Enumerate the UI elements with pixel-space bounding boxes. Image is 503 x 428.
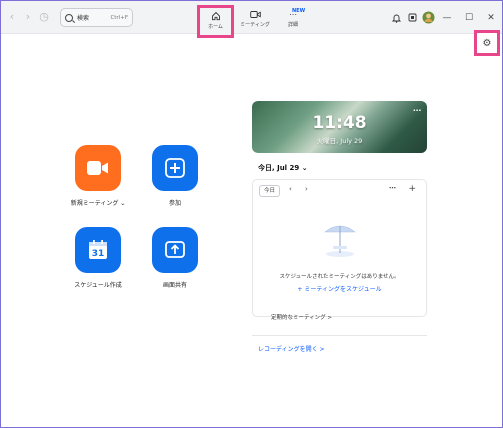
tab-meetings[interactable]: ミーティング — [238, 10, 272, 28]
divider — [252, 335, 427, 336]
chevron-down-icon[interactable]: ⌄ — [120, 200, 125, 207]
schedule-button[interactable]: 31 スケジュール作成 — [63, 227, 133, 289]
title-bar: ‹ › ◷ 検索 Ctrl+F ホーム ミーティング NEW ⋯ 詳細 — ☐ … — [1, 1, 502, 38]
maximize-icon[interactable]: ☐ — [458, 10, 480, 26]
plus-icon — [165, 158, 185, 178]
today-button[interactable]: 今日 — [259, 185, 281, 197]
search-input[interactable]: 検索 Ctrl+F — [60, 8, 133, 27]
add-event-icon[interactable]: + — [408, 184, 416, 194]
minimize-icon[interactable]: — — [436, 10, 458, 26]
close-icon[interactable]: ✕ — [480, 10, 502, 26]
new-meeting-tile[interactable] — [75, 145, 121, 191]
tab-more[interactable]: ⋯ 詳細 — [276, 10, 310, 28]
gear-icon: ⚙ — [482, 37, 492, 49]
video-icon — [249, 11, 261, 18]
schedule-tile[interactable]: 31 — [75, 227, 121, 273]
chevron-down-icon: ⌄ — [301, 164, 308, 172]
home-icon — [211, 11, 220, 21]
clock-date: 火曜日, July 29 — [316, 137, 363, 145]
date-heading[interactable]: 今日, Jul 29 ⌄ — [258, 163, 308, 173]
avatar[interactable] — [420, 10, 436, 26]
calendar-panel: ⋯ 11:48 火曜日, July 29 今日, Jul 29 ⌄ 今日 ‹ ›… — [252, 101, 427, 356]
schedule-meeting-link[interactable]: + ミーティングをスケジュール — [253, 284, 426, 293]
calendar-toolbar: 今日 ‹ › ⋯ + — [253, 183, 426, 199]
new-meeting-label: 新規ミーティング — [70, 200, 119, 207]
join-label: 参加 — [168, 200, 181, 207]
share-up-arrow-icon — [165, 241, 185, 258]
tab-home-label: ホーム — [208, 24, 223, 30]
share-screen-tile[interactable] — [152, 227, 198, 273]
tab-more-label: 詳細 — [287, 22, 298, 28]
join-button[interactable]: 参加 — [140, 145, 210, 207]
whiteboard-icon[interactable] — [404, 10, 420, 26]
settings-button[interactable]: ⚙ — [474, 30, 500, 56]
search-placeholder: 検索 — [77, 15, 90, 22]
join-tile[interactable] — [152, 145, 198, 191]
clock-banner: ⋯ 11:48 火曜日, July 29 — [252, 101, 427, 153]
beach-umbrella-icon — [324, 225, 356, 257]
forward-arrow-icon[interactable]: › — [23, 10, 33, 23]
open-recordings-link[interactable]: レコーディングを開く > — [258, 344, 325, 353]
calendar-more-icon[interactable]: ⋯ — [389, 184, 396, 192]
next-day-icon[interactable]: › — [305, 185, 308, 193]
new-meeting-button[interactable]: 新規ミーティング ⌄ — [63, 145, 133, 207]
clock-time: 11:48 — [312, 113, 367, 133]
calendar-day-number: 31 — [92, 249, 105, 259]
calendar-icon: 31 — [89, 240, 107, 259]
more-icon: ⋯ — [289, 10, 297, 19]
share-screen-button[interactable]: 画面共有 — [140, 227, 210, 289]
prev-day-icon[interactable]: ‹ — [289, 185, 292, 193]
back-arrow-icon[interactable]: ‹ — [7, 10, 17, 23]
no-meetings-text: スケジュールされたミーティングはありません。 — [279, 274, 400, 280]
tab-meetings-label: ミーティング — [240, 22, 270, 28]
schedule-label: スケジュール作成 — [74, 282, 122, 289]
video-camera-icon — [87, 161, 108, 175]
nav-arrows: ‹ › ◷ — [7, 10, 49, 23]
history-icon[interactable]: ◷ — [39, 10, 49, 23]
share-screen-label: 画面共有 — [162, 282, 187, 289]
tab-home[interactable]: ホーム — [197, 5, 234, 38]
search-icon — [65, 13, 73, 22]
recurring-meetings-link[interactable]: 定期的なミーティング > — [271, 313, 332, 321]
search-shortcut: Ctrl+F — [110, 14, 128, 21]
schedule-card: 今日 ‹ › ⋯ + スケジュールされたミーティングはありません。 + ミーティ… — [252, 179, 427, 321]
bell-icon[interactable] — [388, 10, 404, 26]
